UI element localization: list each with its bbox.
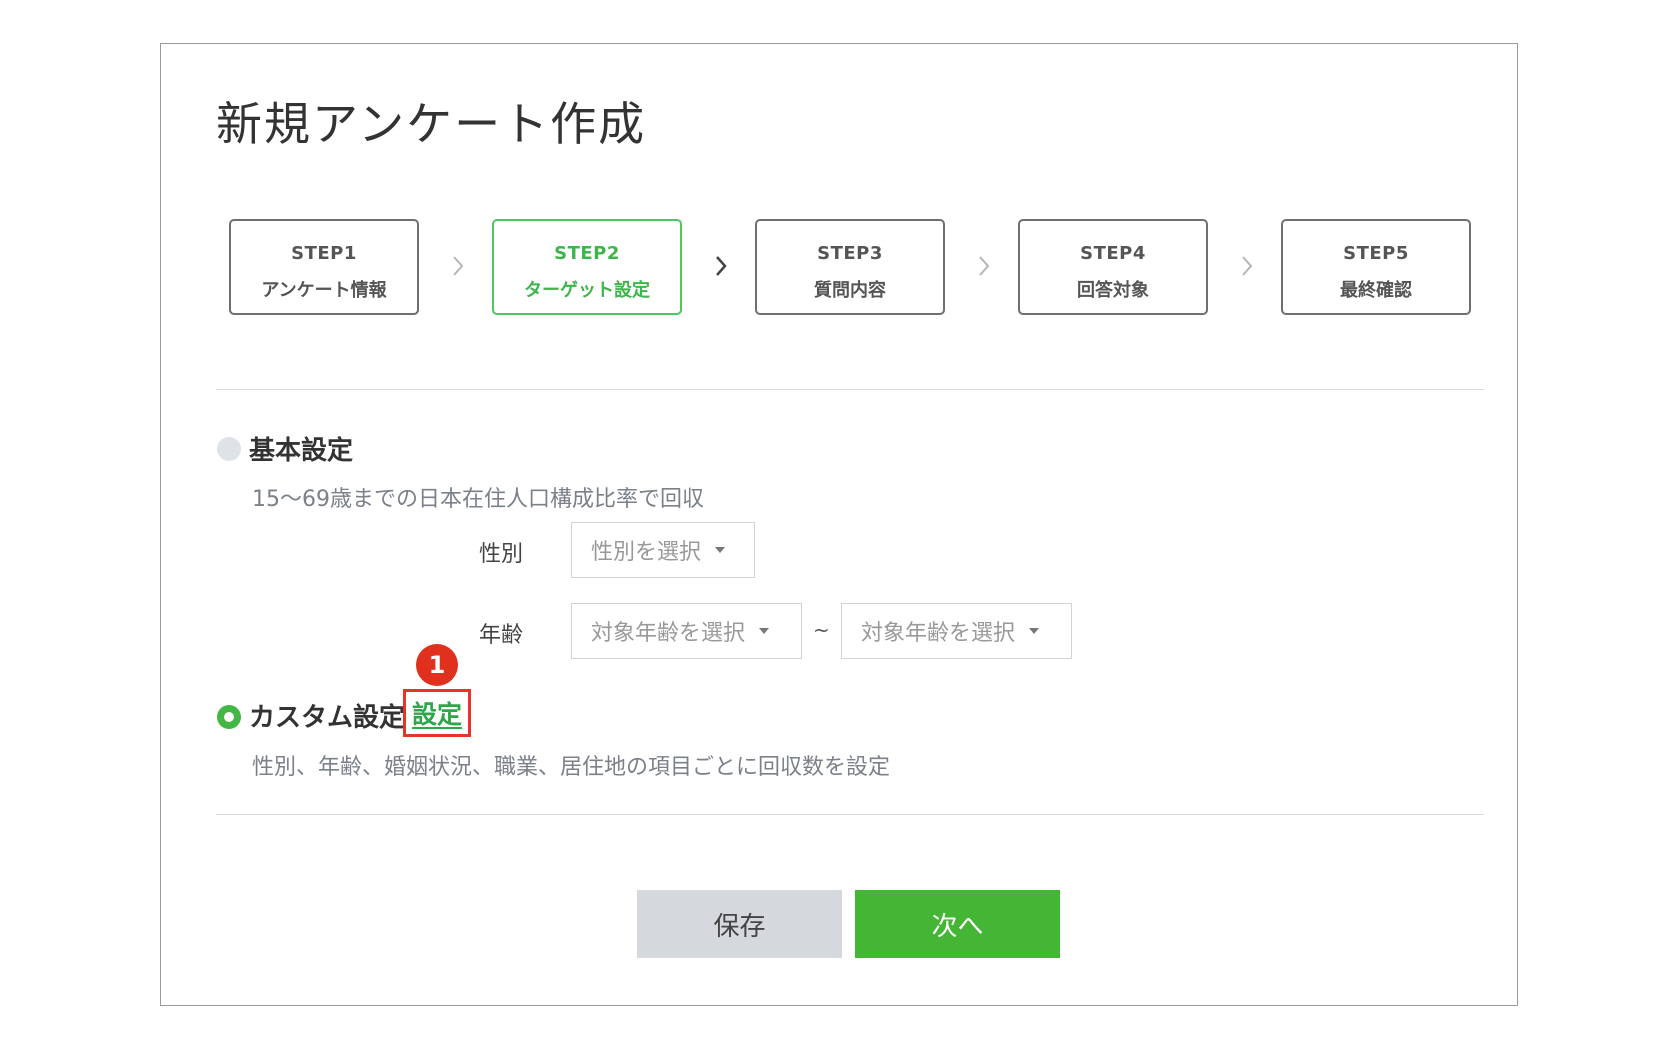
custom-settings-link-highlight: 設定 <box>403 689 471 737</box>
step-4-name: 回答対象 <box>1077 280 1149 301</box>
custom-settings-description: 性別、年齢、婚姻状況、職業、居住地の項目ごとに回収数を設定 <box>252 755 891 780</box>
caret-down-icon <box>759 628 770 634</box>
basic-settings-title: 基本設定 <box>249 436 354 466</box>
chevron-right-icon <box>1232 249 1262 283</box>
caret-down-icon <box>1029 628 1040 634</box>
age-from-placeholder: 対象年齢を選択 <box>591 621 746 646</box>
step-1-number: STEP1 <box>291 243 357 264</box>
step-5[interactable]: STEP5 最終確認 <box>1281 219 1471 315</box>
chevron-right-icon <box>969 249 999 283</box>
chevron-right-icon <box>443 249 473 283</box>
divider <box>216 389 1484 390</box>
step-1[interactable]: STEP1 アンケート情報 <box>229 219 419 315</box>
page-title: 新規アンケート作成 <box>216 97 647 151</box>
step-3-number: STEP3 <box>817 243 883 264</box>
step-5-name: 最終確認 <box>1340 280 1412 301</box>
age-to-select[interactable]: 対象年齢を選択 <box>841 603 1072 659</box>
custom-settings-radio[interactable] <box>217 705 241 729</box>
gender-select-placeholder: 性別を選択 <box>591 540 702 565</box>
chevron-right-icon <box>706 249 736 283</box>
gender-label: 性別 <box>479 542 524 567</box>
step-5-number: STEP5 <box>1343 243 1409 264</box>
step-2-name: ターゲット設定 <box>524 280 650 301</box>
step-1-name: アンケート情報 <box>261 280 387 301</box>
custom-settings-title: カスタム設定 <box>249 703 406 733</box>
caret-down-icon <box>715 547 726 553</box>
age-label: 年齢 <box>479 623 524 648</box>
basic-settings-description: 15〜69歳までの日本在住人口構成比率で回収 <box>252 487 704 512</box>
age-range-separator: ~ <box>813 618 830 642</box>
step-3-name: 質問内容 <box>814 280 886 301</box>
age-to-placeholder: 対象年齢を選択 <box>861 621 1016 646</box>
step-3[interactable]: STEP3 質問内容 <box>755 219 945 315</box>
save-button[interactable]: 保存 <box>637 890 842 958</box>
annotation-marker: 1 <box>416 644 458 686</box>
survey-create-panel: 新規アンケート作成 STEP1 アンケート情報 STEP2 ターゲット設定 ST… <box>160 43 1518 1006</box>
custom-settings-link[interactable]: 設定 <box>412 695 462 731</box>
basic-settings-radio[interactable] <box>217 437 241 461</box>
divider <box>216 814 1484 815</box>
step-2[interactable]: STEP2 ターゲット設定 <box>492 219 682 315</box>
step-4[interactable]: STEP4 回答対象 <box>1018 219 1208 315</box>
step-2-number: STEP2 <box>554 243 620 264</box>
step-4-number: STEP4 <box>1080 243 1146 264</box>
age-from-select[interactable]: 対象年齢を選択 <box>571 603 802 659</box>
gender-select[interactable]: 性別を選択 <box>571 522 755 578</box>
next-button[interactable]: 次へ <box>855 890 1060 958</box>
